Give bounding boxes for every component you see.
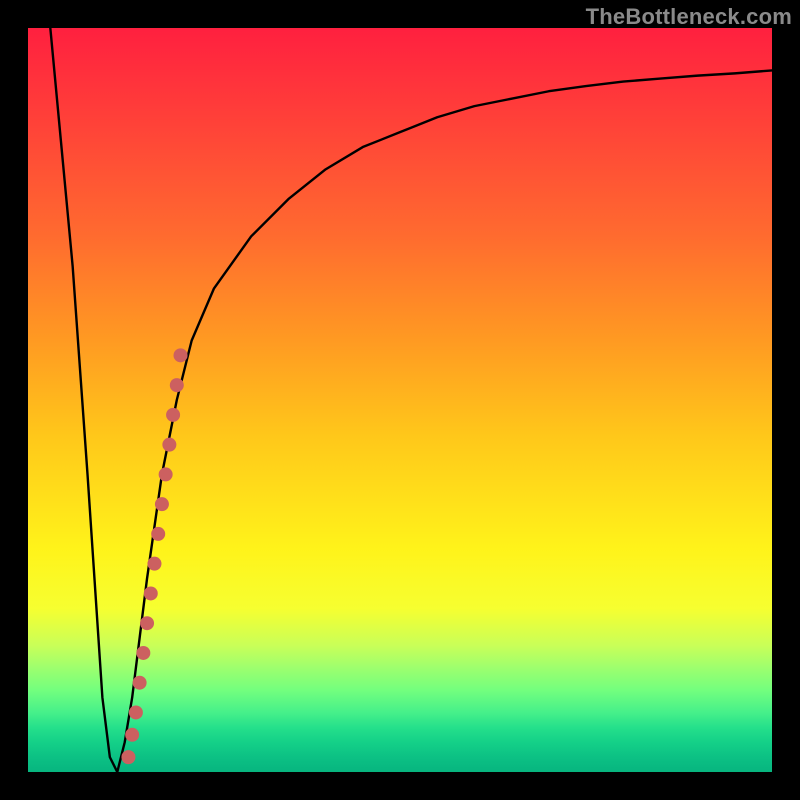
watermark-text: TheBottleneck.com bbox=[586, 4, 792, 30]
marker-dot bbox=[162, 438, 176, 452]
marker-dot bbox=[129, 705, 143, 719]
marker-dot bbox=[121, 750, 135, 764]
chart-svg bbox=[28, 28, 772, 772]
marker-dot bbox=[159, 467, 173, 481]
marker-dot bbox=[133, 676, 147, 690]
marker-dot bbox=[151, 527, 165, 541]
marker-dot bbox=[125, 728, 139, 742]
marker-dot bbox=[174, 348, 188, 362]
marker-dot bbox=[136, 646, 150, 660]
marker-dot bbox=[147, 557, 161, 571]
plot-area bbox=[28, 28, 772, 772]
marker-dot bbox=[155, 497, 169, 511]
marker-dot bbox=[140, 616, 154, 630]
marker-dot bbox=[144, 586, 158, 600]
marker-dot bbox=[166, 408, 180, 422]
chart-frame: TheBottleneck.com bbox=[0, 0, 800, 800]
marker-dot bbox=[170, 378, 184, 392]
curve-line bbox=[50, 28, 772, 772]
